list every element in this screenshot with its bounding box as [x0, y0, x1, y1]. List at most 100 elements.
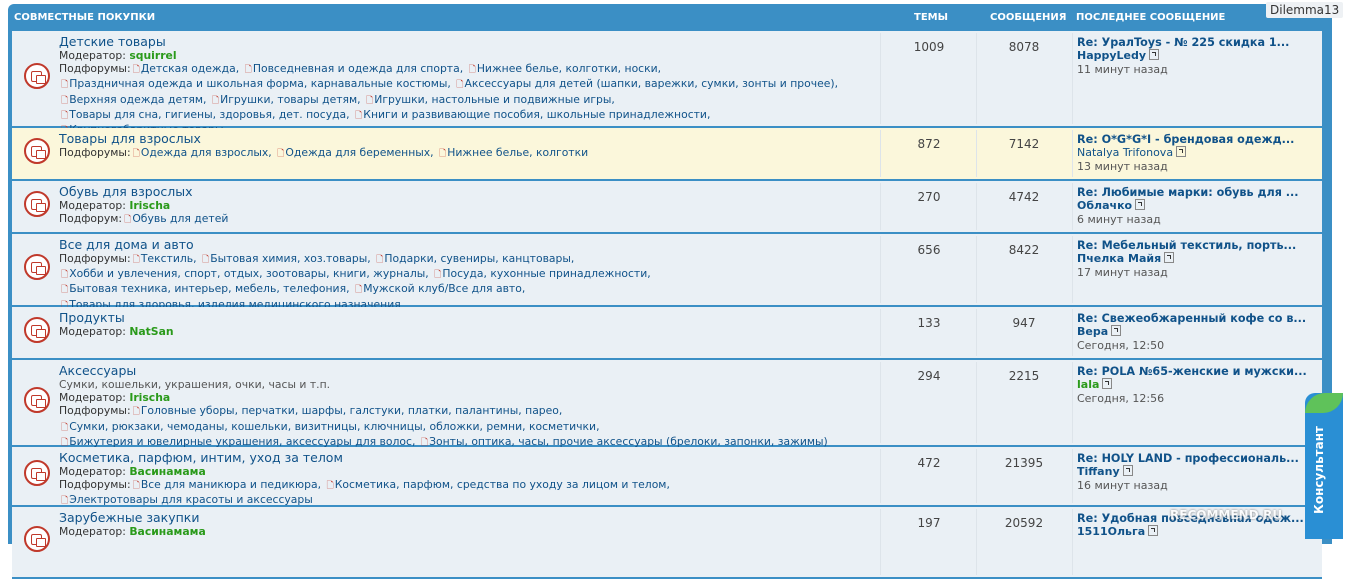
- moderator-link[interactable]: squirrel: [129, 49, 176, 62]
- subforum-link[interactable]: Детская одежда,: [131, 62, 243, 75]
- column-divider: [880, 33, 881, 124]
- last-post-author-link[interactable]: Tiffany: [1077, 465, 1120, 478]
- moderator-link[interactable]: Васинамама: [129, 465, 205, 478]
- goto-last-post-icon[interactable]: [1149, 49, 1160, 61]
- moderator-link[interactable]: Irischa: [129, 199, 170, 212]
- last-post-author-line: Вера: [1077, 325, 1317, 338]
- column-divider: [1072, 362, 1073, 443]
- forum-title-link[interactable]: Аксессуары: [59, 363, 136, 378]
- posts-count: 4742: [1008, 190, 1040, 204]
- subforum-link[interactable]: Аксессуары для детей (шапки, варежки, су…: [454, 77, 838, 90]
- forum-title-link[interactable]: Детские товары: [59, 34, 166, 49]
- goto-last-post-icon[interactable]: [1102, 378, 1113, 390]
- posts-count: 20592: [1004, 516, 1044, 530]
- goto-last-post-icon[interactable]: [1176, 146, 1187, 158]
- last-post-title-link[interactable]: Re: Любимые марки: обувь для ...: [1077, 186, 1317, 199]
- subforum-link[interactable]: Товары для сна, гигиены, здоровья, дет. …: [59, 108, 353, 121]
- column-divider: [880, 362, 881, 443]
- last-post-title-link[interactable]: Re: O*G*G*I - брендовая одежд...: [1077, 133, 1317, 146]
- forum-title-link[interactable]: Зарубежные закупки: [59, 510, 199, 525]
- subforum-link[interactable]: Головные уборы, перчатки, шарфы, галстук…: [131, 404, 563, 417]
- subforum-link[interactable]: Повседневная и одежда для спорта,: [243, 62, 467, 75]
- forum-description: Сумки, кошельки, украшения, очки, часы и…: [59, 378, 331, 391]
- last-post-title-link[interactable]: Re: Мебельный текстиль, порть...: [1077, 239, 1317, 252]
- subforum-link[interactable]: Косметика, парфюм, средства по уходу за …: [324, 478, 669, 491]
- last-post-title-link[interactable]: Re: POLA №65-женские и мужски...: [1077, 365, 1317, 378]
- forum-row: Детские товары Модератор: squirrel Подфору…: [12, 31, 1322, 136]
- last-post-title-link[interactable]: Re: УралToys - № 225 скидка 1...: [1077, 36, 1317, 49]
- subforum-link[interactable]: Бытовая химия, хоз.товары,: [200, 252, 374, 265]
- forum-details: Модератор: Васинамама: [59, 525, 206, 538]
- moderator-label: Модератор:: [59, 199, 130, 212]
- moderator-link[interactable]: Васинамама: [129, 525, 205, 538]
- forum-title-link[interactable]: Все для дома и авто: [59, 237, 194, 252]
- last-post-author-link[interactable]: lala: [1077, 378, 1099, 391]
- last-post-title-link[interactable]: Re: Свежеобжаренный кофе со в...: [1077, 312, 1317, 325]
- last-post-author-link[interactable]: HappyLedy: [1077, 49, 1146, 62]
- posts-count: 947: [1012, 316, 1036, 330]
- subforum-link[interactable]: Зонты, оптика, часы, прочие аксессуары (…: [419, 435, 828, 448]
- column-divider: [976, 449, 977, 503]
- forum-title-link[interactable]: Товары для взрослых: [59, 131, 201, 146]
- last-post-author-line: 1511Ольга: [1077, 525, 1317, 538]
- subforum-link[interactable]: Сумки, рюкзаки, чемоданы, кошельки, визи…: [59, 420, 600, 433]
- last-post-author-link[interactable]: 1511Ольга: [1077, 525, 1145, 538]
- column-divider: [976, 236, 977, 303]
- subforum-link[interactable]: Мужской клуб/Все для авто,: [353, 282, 525, 295]
- last-post-author-link[interactable]: Вера: [1077, 325, 1108, 338]
- subforum-link[interactable]: Праздничная одежда и школьная форма, кар…: [59, 77, 454, 90]
- subforum-link[interactable]: Хобби и увлечения, спорт, отдых, зоотова…: [59, 267, 432, 280]
- subforum-link[interactable]: Верхняя одежда детям,: [59, 93, 210, 106]
- header-last-post: ПОСЛЕДНЕЕ СООБЩЕНИЕ: [1076, 12, 1226, 23]
- last-post-time: 6 минут назад: [1077, 212, 1161, 226]
- subforum-link[interactable]: Все для маникюра и педикюра,: [131, 478, 325, 491]
- moderator-link[interactable]: NatSan: [129, 325, 173, 338]
- goto-last-post-icon[interactable]: [1164, 252, 1175, 264]
- subforum-link[interactable]: Бытовая техника, интерьер, мебель, телеф…: [59, 282, 353, 295]
- last-post: Re: Мебельный текстиль, порть... Пчелка М…: [1077, 239, 1317, 279]
- last-post-author-link[interactable]: Облачко: [1077, 199, 1132, 212]
- column-divider: [880, 130, 881, 177]
- subforums-label: Подфорумы:: [59, 404, 131, 418]
- subforum-link[interactable]: Обувь для детей: [122, 212, 228, 225]
- moderator-label: Модератор:: [59, 49, 130, 62]
- subforum-link[interactable]: Книги и развивающие пособия, школьные пр…: [353, 108, 710, 121]
- user-tag[interactable]: Dilemma13: [1266, 2, 1344, 18]
- column-divider: [976, 130, 977, 177]
- last-post-title-link[interactable]: Re: HOLY LAND - профессиональ...: [1077, 452, 1317, 465]
- topics-count: 1009: [913, 40, 945, 54]
- subforum-link[interactable]: Подарки, сувениры, канцтовары,: [374, 252, 574, 265]
- forum-read-icon: [24, 63, 50, 89]
- last-post-author-line: Natalya Trifonova: [1077, 146, 1317, 159]
- subforum-link[interactable]: Нижнее белье, колготки: [437, 146, 588, 159]
- subforum-link[interactable]: Посуда, кухонные принадлежности,: [432, 267, 651, 280]
- subforums-line: Подфорумы:Головные уборы, перчатки, шарф…: [59, 404, 828, 419]
- moderator-link[interactable]: Irischa: [129, 391, 170, 404]
- subforums-line: Подфорумы:Одежда для взрослых, Одежда дл…: [59, 146, 588, 161]
- goto-last-post-icon[interactable]: [1111, 325, 1122, 337]
- forum-title-link[interactable]: Продукты: [59, 310, 125, 325]
- goto-last-post-icon[interactable]: [1148, 525, 1159, 537]
- moderator-line: Модератор: NatSan: [59, 325, 174, 338]
- last-post-author-link[interactable]: Natalya Trifonova: [1077, 146, 1173, 159]
- subforum-link[interactable]: Игрушки, настольные и подвижные игры,: [364, 93, 615, 106]
- last-post-author-link[interactable]: Пчелка Майя: [1077, 252, 1161, 265]
- subforum-link[interactable]: Электротовары для красоты и аксессуары: [59, 493, 313, 506]
- subforum-link[interactable]: Игрушки, товары детям,: [210, 93, 364, 106]
- consultant-widget[interactable]: Консультант: [1305, 393, 1343, 539]
- subforums-line: Бытовая техника, интерьер, мебель, телеф…: [59, 282, 651, 297]
- subforum-link[interactable]: Одежда для беременных,: [275, 146, 437, 159]
- goto-last-post-icon[interactable]: [1122, 465, 1133, 477]
- last-post: Re: УралToys - № 225 скидка 1... HappyLed…: [1077, 36, 1317, 76]
- consultant-leaf-icon: [1305, 393, 1343, 413]
- subforum-link[interactable]: Нижнее белье, колготки, носки,: [467, 62, 662, 75]
- forum-read-icon: [24, 138, 50, 164]
- forum-row: Все для дома и автоПодфорумы:Текстиль, Б…: [12, 234, 1322, 311]
- subforum-link[interactable]: Текстиль,: [131, 252, 200, 265]
- subforum-link[interactable]: Бижутерия и ювелирные украшения, аксессу…: [59, 435, 419, 448]
- goto-last-post-icon[interactable]: [1135, 199, 1146, 211]
- subforum-link[interactable]: Одежда для взрослых,: [131, 146, 276, 159]
- forum-title-link[interactable]: Косметика, парфюм, интим, уход за телом: [59, 450, 343, 465]
- forum-title-link[interactable]: Обувь для взрослых: [59, 184, 193, 199]
- posts-count: 7142: [1008, 137, 1040, 151]
